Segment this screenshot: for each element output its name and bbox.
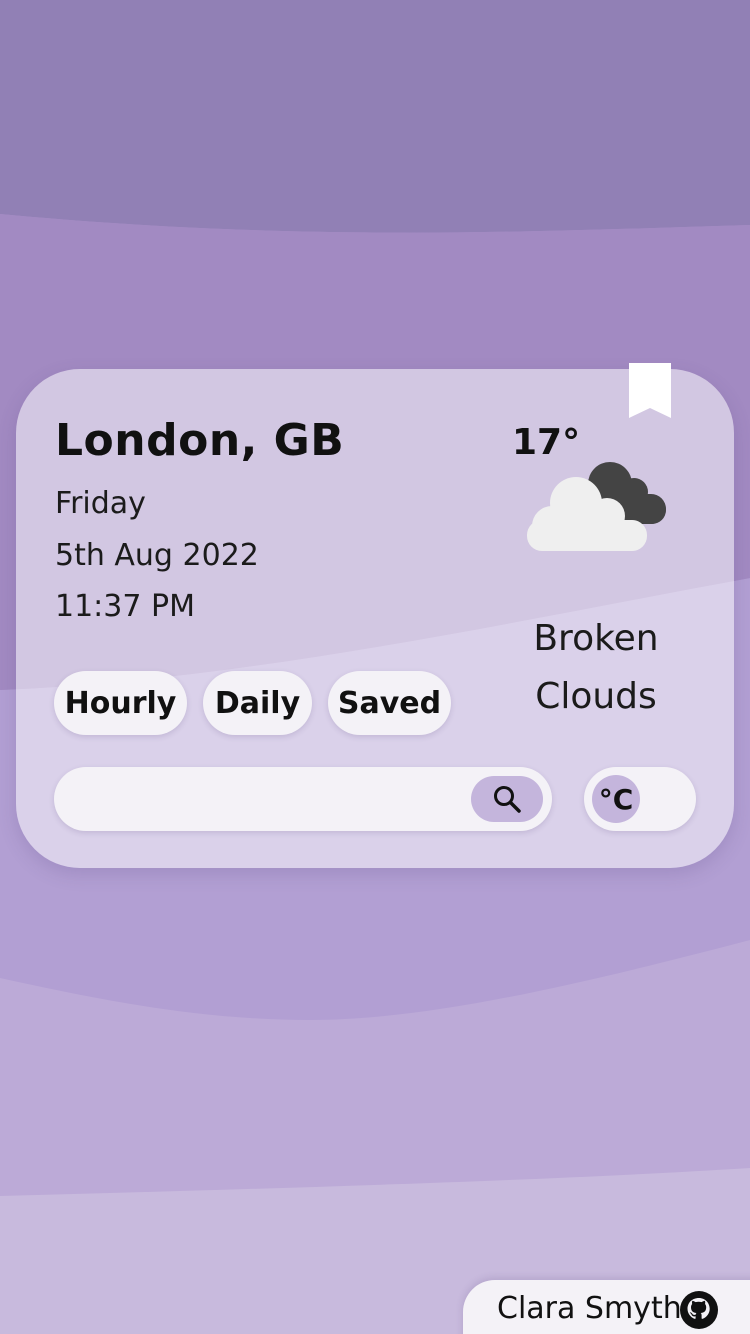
unit-toggle-knob: °C [592,775,640,823]
unit-toggle[interactable]: °C [584,767,696,831]
weather-condition: Broken Clouds [510,610,682,726]
condition-line-2: Clouds [535,676,657,717]
author-name: Clara Smyth [497,1291,682,1326]
tab-daily[interactable]: Daily [203,671,312,735]
search-icon [494,786,521,813]
weekday-label: Friday [55,486,146,521]
time-label: 11:37 PM [55,589,195,624]
author-footer[interactable]: Clara Smyth [463,1280,750,1334]
search-input[interactable] [78,779,458,819]
tab-hourly[interactable]: Hourly [54,671,187,735]
bookmark-icon[interactable] [629,363,671,418]
date-label: 5th Aug 2022 [55,538,259,573]
search-bar [54,767,552,831]
github-icon[interactable] [679,1290,719,1330]
temperature: 17° [512,422,581,463]
city-name: London, GB [55,415,345,466]
tab-saved[interactable]: Saved [328,671,451,735]
condition-line-1: Broken [533,618,659,659]
search-button[interactable] [471,776,543,822]
broken-clouds-icon [527,462,666,551]
